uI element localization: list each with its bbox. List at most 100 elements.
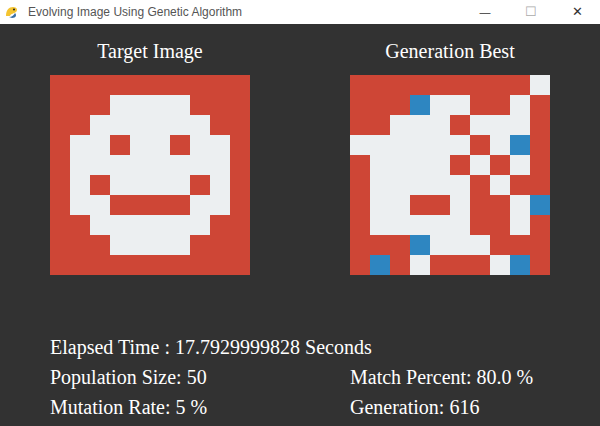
pixel-cell: [90, 255, 110, 275]
pixel-cell: [510, 215, 530, 235]
pixel-cell: [50, 175, 70, 195]
pixel-cell: [130, 115, 150, 135]
pixel-cell: [470, 155, 490, 175]
pixel-cell: [90, 115, 110, 135]
pixel-cell: [530, 75, 550, 95]
stats: Elapsed Time : 17.7929999828 SecondsPopu…: [0, 335, 600, 419]
pixel-cell: [150, 235, 170, 255]
panel-title: Target Image: [97, 39, 202, 63]
pixel-cell: [430, 115, 450, 135]
pixel-cell: [350, 175, 370, 195]
pixel-cell: [70, 115, 90, 135]
maximize-button[interactable]: ☐: [508, 0, 554, 24]
target-image: [50, 75, 250, 275]
pixel-cell: [70, 135, 90, 155]
pixel-cell: [350, 135, 370, 155]
close-button[interactable]: ✕: [554, 0, 600, 24]
pixel-cell: [70, 195, 90, 215]
pixel-cell: [490, 95, 510, 115]
pixel-cell: [430, 195, 450, 215]
pixel-cell: [210, 95, 230, 115]
pixel-cell: [190, 175, 210, 195]
pixel-cell: [50, 215, 70, 235]
pixel-cell: [530, 95, 550, 115]
pixel-cell: [390, 235, 410, 255]
pixel-cell: [170, 235, 190, 255]
pixel-cell: [370, 75, 390, 95]
pixel-cell: [510, 115, 530, 135]
pixel-cell: [210, 135, 230, 155]
pixel-cell: [470, 215, 490, 235]
pixel-cell: [410, 195, 430, 215]
pixel-cell: [490, 155, 510, 175]
pixel-cell: [410, 235, 430, 255]
pixel-cell: [170, 155, 190, 175]
pixel-cell: [210, 195, 230, 215]
pixel-cell: [170, 175, 190, 195]
pixel-cell: [190, 235, 210, 255]
pixel-cell: [370, 235, 390, 255]
pixel-cell: [450, 235, 470, 255]
pixel-cell: [490, 135, 510, 155]
pixel-cell: [350, 155, 370, 175]
pixel-cell: [210, 235, 230, 255]
pixel-cell: [470, 135, 490, 155]
pixel-cell: [50, 255, 70, 275]
title-bar: Evolving Image Using Genetic Algorithm—☐…: [0, 0, 600, 24]
pixel-cell: [410, 215, 430, 235]
pixel-cell: [410, 75, 430, 95]
minimize-button[interactable]: —: [462, 0, 508, 24]
pixel-cell: [470, 115, 490, 135]
best-image: [350, 75, 550, 275]
pixel-cell: [510, 155, 530, 175]
image-panel: Target Image: [50, 39, 250, 275]
pixel-cell: [50, 155, 70, 175]
stat-label: Match Percent: 80.0 %: [350, 365, 600, 389]
pixel-cell: [170, 215, 190, 235]
pixel-cell: [110, 135, 130, 155]
pixel-cell: [490, 255, 510, 275]
pixel-cell: [70, 255, 90, 275]
app-window: Evolving Image Using Genetic Algorithm—☐…: [0, 0, 600, 426]
pixel-cell: [410, 255, 430, 275]
pixel-cell: [130, 175, 150, 195]
pixel-cell: [530, 215, 550, 235]
pixel-cell: [490, 175, 510, 195]
pixel-cell: [50, 195, 70, 215]
pixel-cell: [210, 175, 230, 195]
pixel-cell: [170, 195, 190, 215]
pixel-cell: [90, 75, 110, 95]
pixel-cell: [230, 235, 250, 255]
pixel-cell: [150, 115, 170, 135]
pixel-cell: [90, 235, 110, 255]
pixel-cell: [390, 75, 410, 95]
pixel-cell: [150, 75, 170, 95]
pixel-cell: [110, 175, 130, 195]
pixel-cell: [490, 75, 510, 95]
pixel-cell: [230, 115, 250, 135]
pixel-cell: [370, 195, 390, 215]
pixel-cell: [190, 215, 210, 235]
pixel-cell: [150, 215, 170, 235]
pixel-cell: [450, 115, 470, 135]
pygame-icon: [4, 4, 20, 20]
pixel-cell: [230, 255, 250, 275]
pixel-cell: [90, 215, 110, 235]
stat-label: Mutation Rate: 5 %: [50, 395, 350, 419]
pixel-cell: [230, 135, 250, 155]
pixel-cell: [110, 155, 130, 175]
pixel-cell: [510, 75, 530, 95]
pixel-cell: [70, 175, 90, 195]
pixel-cell: [530, 155, 550, 175]
stat-label: Generation: 616: [350, 395, 600, 419]
pixel-cell: [510, 195, 530, 215]
pixel-cell: [370, 135, 390, 155]
pixel-cell: [90, 155, 110, 175]
pixel-cell: [70, 95, 90, 115]
pixel-cell: [530, 135, 550, 155]
pixel-cell: [530, 115, 550, 135]
pixel-cell: [90, 195, 110, 215]
pixel-cell: [150, 175, 170, 195]
pixel-cell: [230, 175, 250, 195]
pixel-cell: [170, 255, 190, 275]
